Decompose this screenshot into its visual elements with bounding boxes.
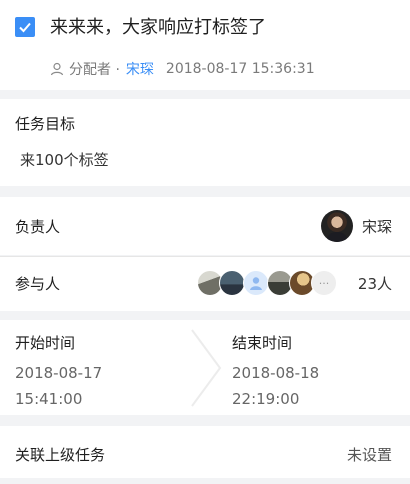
participants-row[interactable]: 参与人 ··· 23人 — [0, 256, 410, 311]
participants-count: 23人 — [357, 275, 392, 293]
owner-label: 负责人 — [15, 218, 61, 236]
task-complete-checkbox[interactable] — [15, 17, 35, 37]
chevron-right-icon — [191, 329, 222, 407]
created-timestamp: 2018-08-17 15:36:31 — [165, 61, 315, 77]
assigner-name[interactable]: 宋琛 — [126, 59, 154, 79]
participant-avatar — [219, 270, 245, 296]
task-meta: 分配者 · 宋琛 2018-08-17 15:36:31 — [50, 59, 315, 79]
owner-avatar — [321, 210, 353, 242]
parent-task-value: 未设置 — [346, 446, 392, 464]
default-user-icon — [250, 277, 262, 290]
more-participants-icon[interactable]: ··· — [311, 270, 337, 296]
owner-row[interactable]: 负责人 宋琛 — [0, 197, 410, 255]
user-icon — [50, 62, 64, 76]
parent-task-label: 关联上级任务 — [15, 446, 106, 464]
end-clock: 22:19:00 — [232, 390, 300, 408]
row-divider — [0, 256, 410, 257]
participants-label: 参与人 — [15, 275, 61, 293]
owner-name: 宋琛 — [361, 218, 392, 236]
start-clock: 15:41:00 — [15, 390, 83, 408]
end-time-label: 结束时间 — [232, 334, 293, 352]
goal-text: 来100个标签 — [20, 151, 109, 169]
check-icon — [19, 22, 31, 33]
start-time-label: 开始时间 — [15, 334, 76, 352]
parent-task-row[interactable]: 关联上级任务 未设置 — [0, 426, 410, 478]
participant-avatars[interactable]: ··· — [197, 270, 337, 296]
participant-avatar — [243, 270, 269, 296]
goal-label: 任务目标 — [15, 115, 76, 133]
time-section: 开始时间 2018-08-17 15:41:00 结束时间 2018-08-18… — [0, 320, 410, 415]
start-time-block[interactable]: 开始时间 2018-08-17 15:41:00 — [15, 332, 102, 410]
end-time-block[interactable]: 结束时间 2018-08-18 22:19:00 — [232, 332, 319, 410]
task-title[interactable]: 来来来，大家响应打标签了 — [50, 13, 266, 39]
end-date: 2018-08-18 — [232, 364, 320, 382]
task-header: 来来来，大家响应打标签了 分配者 · 宋琛 2018-08-17 15:36:3… — [0, 0, 410, 90]
goal-section[interactable]: 任务目标 来100个标签 — [0, 99, 410, 186]
assigner-label: 分配者 · — [69, 62, 120, 78]
start-date: 2018-08-17 — [15, 364, 103, 382]
